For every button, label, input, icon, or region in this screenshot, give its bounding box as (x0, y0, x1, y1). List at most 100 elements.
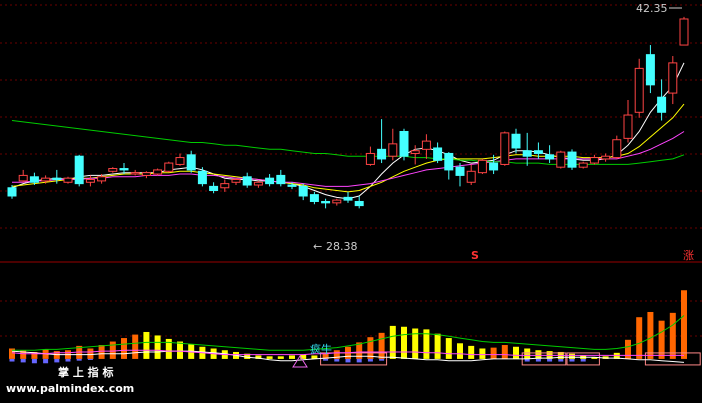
signal-label: 疯牛 (310, 342, 332, 356)
indicator-bar (569, 353, 575, 359)
indicator-neg-bar (334, 358, 340, 362)
candle-body (18, 174, 28, 182)
candle-body (197, 170, 207, 185)
indicator-neg-bar (20, 358, 26, 363)
candle-body (63, 177, 73, 183)
candle-body (287, 184, 297, 187)
indicator-neg-bar (54, 358, 60, 363)
indicator-bar (98, 345, 105, 359)
s-marker: S (471, 249, 479, 262)
candle-body (74, 155, 84, 185)
candle-body (276, 174, 286, 185)
indicator-bar (401, 326, 407, 359)
candle-body (85, 179, 95, 183)
indicator-bar (177, 341, 183, 359)
candle-body (97, 176, 107, 182)
indicator-bar (636, 317, 643, 359)
indicator-bar (143, 331, 150, 359)
candle-body (231, 179, 241, 183)
indicator-bar (389, 325, 396, 359)
indicator-bar (468, 345, 475, 359)
candle-body (657, 96, 667, 113)
candle-body (612, 139, 622, 159)
indicator-neg-bar (345, 358, 351, 363)
chart-background (0, 0, 702, 403)
watermark-cn: 掌 上 指 标 (58, 365, 114, 379)
indicator-bar (681, 290, 687, 359)
candle-body (141, 172, 151, 176)
indicator-bar (479, 348, 486, 359)
indicator-bar (457, 343, 463, 359)
candle-body (668, 62, 678, 94)
indicator-neg-bar (9, 358, 15, 362)
indicator-neg-bar (87, 358, 93, 360)
candle-body (253, 181, 263, 186)
candle-body (545, 154, 555, 160)
indicator-bar (625, 339, 631, 359)
indicator-neg-bar (569, 358, 575, 362)
candle-body (388, 143, 398, 157)
indicator-bar (501, 345, 508, 359)
indicator-bar (490, 347, 497, 359)
indicator-neg-bar (76, 358, 82, 361)
candle-body (220, 183, 230, 189)
candle-body (365, 152, 375, 165)
indicator-neg-bar (580, 358, 586, 362)
indicator-neg-bar (43, 358, 49, 364)
candle-body (679, 18, 689, 46)
candle-body (321, 200, 331, 204)
candle-body (7, 187, 17, 197)
indicator-bar (266, 356, 273, 359)
candle-body (511, 133, 521, 149)
indicator-bar (277, 356, 284, 359)
candle-body (556, 151, 566, 168)
candle-body (399, 131, 409, 157)
indicator-neg-bar (31, 358, 37, 364)
indicator-neg-bar (356, 358, 362, 363)
candle-body (309, 194, 319, 202)
candle-body (119, 168, 129, 171)
candle-body (589, 157, 599, 164)
indicator-bar (109, 341, 116, 359)
candle-body (477, 159, 487, 174)
candle-body (567, 151, 577, 168)
indicator-bar (524, 348, 531, 359)
candle-body (444, 152, 454, 171)
indicator-bar (367, 337, 374, 359)
indicator-neg-bar (558, 358, 564, 362)
candle-body (209, 185, 219, 192)
candle-body (354, 200, 364, 207)
candle-body (130, 172, 140, 175)
candle-body (634, 67, 644, 113)
indicator-bar (412, 328, 419, 359)
indicator-bar (513, 346, 519, 359)
candle-body (500, 132, 510, 165)
candle-body (164, 162, 174, 172)
candle-body (421, 140, 431, 150)
watermark-url: www.palmindex.com (6, 382, 134, 395)
candle-body (175, 157, 185, 165)
candle-body (298, 185, 308, 197)
candle-body (533, 150, 543, 154)
low-price-label: 28.38 (326, 240, 358, 253)
candle-body (522, 150, 532, 157)
candle-body (343, 196, 353, 201)
candle-body (377, 148, 387, 160)
indicator-bar (154, 335, 161, 359)
indicator-bar (434, 333, 441, 359)
candle-body (108, 168, 118, 172)
candle-body (623, 114, 633, 139)
candle-body (578, 162, 588, 168)
candle-body (29, 176, 39, 183)
candle-body (265, 177, 275, 185)
indicator-bar (445, 338, 452, 359)
candle-body (466, 170, 476, 183)
candle-body (433, 147, 443, 161)
candle-body (186, 154, 196, 171)
candle-body (645, 54, 655, 86)
indicator-neg-bar (379, 358, 385, 361)
candlestick-chart: 42.35 ← 28.38 S 涨 疯牛 掌 上 指 标 www.palmind… (0, 0, 702, 403)
indicator-neg-bar (547, 358, 553, 362)
candle-body (41, 177, 51, 182)
indicator-bar (378, 332, 385, 359)
